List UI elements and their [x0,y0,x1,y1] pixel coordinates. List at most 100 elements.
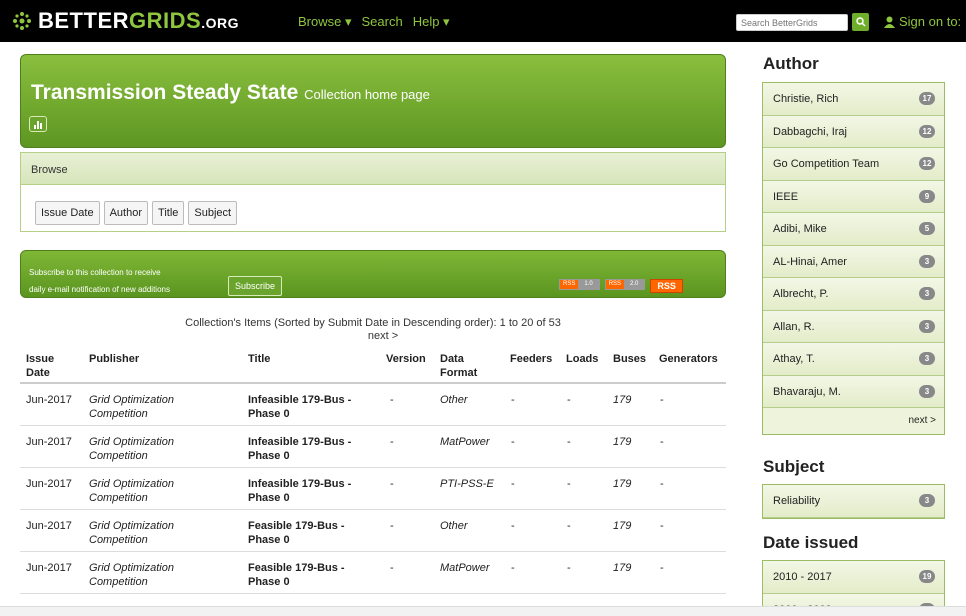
cell-title-link[interactable]: Feasible 179-Bus - Phase 0 [248,561,345,589]
col-version[interactable]: Version [386,352,426,366]
search-input[interactable] [736,14,848,31]
cell-buses: 179 [613,478,632,490]
cell-publisher: Grid Optimization Competition [89,394,174,420]
subscribe-button[interactable]: Subscribe [228,276,283,296]
author-facet-label: Go Competition Team [773,158,880,170]
cell-version: - [390,562,394,574]
browse-by-title-button[interactable]: Title [152,201,185,225]
cell-loads: - [567,478,571,490]
author-facet-label: Athay, T. [773,353,815,365]
cell-version: - [390,394,394,406]
cell-buses: 179 [613,436,632,448]
rss-2-0-link[interactable]: RSS 2.0 [604,279,646,290]
author-facet-label: Albrecht, P. [773,288,829,300]
author-facet-item[interactable]: AL-Hinai, Amer 3 [763,245,944,278]
cell-feeders: - [511,394,515,406]
cell-version: - [390,520,394,532]
cell-issue-date: Jun-2017 [26,562,72,574]
subscribe-panel: Subscribe to this collection to receive … [20,250,726,298]
cell-data-format: Other [440,520,468,532]
browse-by-issue-date-button[interactable]: Issue Date [35,201,100,225]
browse-by-author-button[interactable]: Author [103,201,149,225]
count-badge: 3 [919,352,935,365]
cell-title-link[interactable]: Infeasible 179-Bus - Phase 0 [248,477,351,505]
cell-title-link[interactable]: Infeasible 179-Bus - Phase 0 [248,435,351,463]
author-facet-item[interactable]: Dabbagchi, Iraj 12 [763,115,944,148]
site-logo[interactable]: BETTERGRIDS.ORG [12,8,239,33]
items-next-link[interactable]: next > [20,330,726,343]
author-facet-item[interactable]: Allan, R. 3 [763,310,944,343]
count-badge: 3 [919,254,935,268]
count-badge: 17 [919,92,935,105]
cell-data-format: MatPower [440,436,490,448]
count-badge: 3 [919,319,935,333]
col-title[interactable]: Title [248,352,270,366]
author-facet-item[interactable]: Athay, T. 3 [763,343,944,376]
author-facet: Christie, Rich 17 Dabbagchi, Iraj 12 Go Comp… [762,82,945,435]
sign-on-label: Sign on to: [899,14,962,29]
col-buses[interactable]: Buses [613,352,646,366]
cell-generators: - [660,394,664,406]
cell-feeders: - [511,520,515,532]
count-badge: 3 [919,287,935,300]
nav-help[interactable]: Help ▾ [413,14,450,30]
atom-rss-link[interactable]: RSS [650,279,683,293]
page-bottom-edge [0,606,966,616]
statistics-button[interactable] [29,116,47,132]
col-data-format[interactable]: Data Format [440,352,480,380]
author-facet-item[interactable]: Bhavaraju, M. 3 [763,375,944,408]
nav-browse[interactable]: Browse ▾ [298,14,352,30]
cell-title-link[interactable]: Feasible 179-Bus - Phase 0 [248,519,345,547]
author-facet-item[interactable]: Adibi, Mike 5 [763,213,944,246]
cell-generators: - [660,436,664,448]
count-badge: 12 [919,157,935,170]
cell-title-link[interactable]: Infeasible 179-Bus - Phase 0 [248,393,351,421]
cell-buses: 179 [613,562,632,574]
col-generators[interactable]: Generators [659,352,718,366]
date-issued-heading: Date issued [763,533,859,552]
author-facet-item[interactable]: Albrecht, P. 3 [763,278,944,311]
rss-1-0-link[interactable]: RSS 1.0 [559,279,600,290]
cell-generators: - [660,520,664,532]
col-issue-date[interactable]: Issue Date [26,352,76,380]
cell-generators: - [660,562,664,574]
main-nav: Browse ▾ Search Help ▾ [298,14,450,30]
bar-chart-icon [34,120,42,129]
col-publisher[interactable]: Publisher [89,352,139,366]
top-navbar: BETTERGRIDS.ORG Browse ▾ Search Help ▾ S… [0,0,966,42]
author-facet-item[interactable]: Go Competition Team 12 [763,148,944,181]
count-badge: 3 [919,384,935,398]
col-loads[interactable]: Loads [566,352,598,366]
author-heading: Author [763,54,819,73]
cell-publisher: Grid Optimization Competition [89,436,174,462]
date-facet-item[interactable]: 2010 - 2017 19 [763,561,944,594]
subject-facet-label: Reliability [773,495,821,507]
author-next-link[interactable]: next > [763,408,944,434]
cell-issue-date: Jun-2017 [26,478,72,490]
sign-on-link[interactable]: Sign on to: [884,14,961,29]
cell-feeders: - [511,436,515,448]
author-facet-item[interactable]: Christie, Rich 17 [763,83,944,116]
author-facet-label: AL-Hinai, Amer [773,255,847,268]
col-feeders[interactable]: Feeders [510,352,552,366]
author-facet-item[interactable]: IEEE 9 [763,180,944,213]
subject-facet-item[interactable]: Reliability 3 [763,485,944,518]
cell-loads: - [567,520,571,532]
count-badge: 19 [919,570,935,583]
page-subtitle: Collection home page [304,87,430,102]
browse-buttons: Issue Date Author Title Subject [35,201,238,225]
logo-grid-icon [13,12,31,30]
cell-generators: - [660,478,664,490]
cell-publisher: Grid Optimization Competition [89,562,174,588]
cell-loads: - [567,394,571,406]
cell-publisher: Grid Optimization Competition [89,478,174,504]
logo-text: BETTERGRIDS.ORG [38,8,239,33]
cell-buses: 179 [613,394,632,406]
search-button[interactable] [852,13,869,31]
table-row: Jun-2017 Grid Optimization Competition Feas… [20,552,726,594]
collection-header: Transmission Steady State Collection hom… [20,54,726,148]
author-facet-label: Dabbagchi, Iraj [773,125,847,138]
date-facet-label: 2010 - 2017 [773,571,832,583]
nav-search[interactable]: Search [362,14,403,30]
browse-by-subject-button[interactable]: Subject [188,201,238,225]
